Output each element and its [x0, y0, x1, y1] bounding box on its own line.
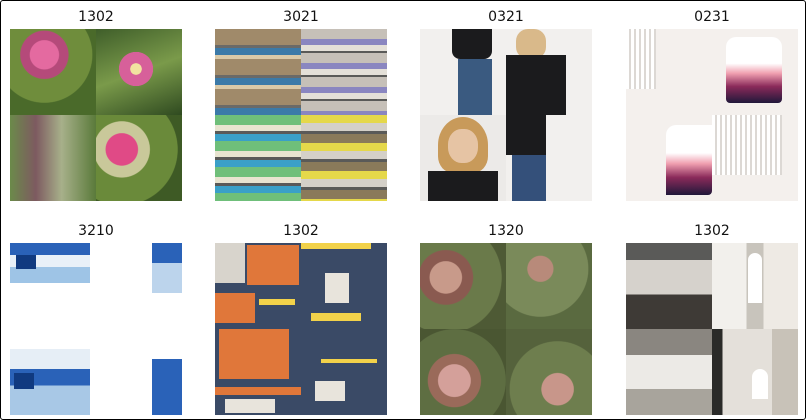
church-interior-image [626, 243, 798, 415]
cell-label: 1302 [283, 223, 319, 239]
wild-orchid-image [420, 243, 592, 415]
medicine-packaging-image [10, 243, 182, 415]
cell-label: 0321 [488, 9, 524, 25]
store-shelves-image [215, 29, 387, 201]
cell-label: 1320 [488, 223, 524, 239]
pink-flower-spikes-image [10, 29, 182, 201]
tank-top-product-image [626, 29, 798, 201]
cell-label: 1302 [78, 9, 114, 25]
woman-fashion-image [420, 29, 592, 201]
cell-label: 1302 [694, 223, 730, 239]
cell-label: 3021 [283, 9, 319, 25]
infographic-poster-image [215, 243, 387, 415]
cell-label: 0231 [694, 9, 730, 25]
cell-label: 3210 [78, 223, 114, 239]
image-grid-figure: 1302 3021 0321 0231 3210 1302 1320 1302 [0, 0, 806, 420]
